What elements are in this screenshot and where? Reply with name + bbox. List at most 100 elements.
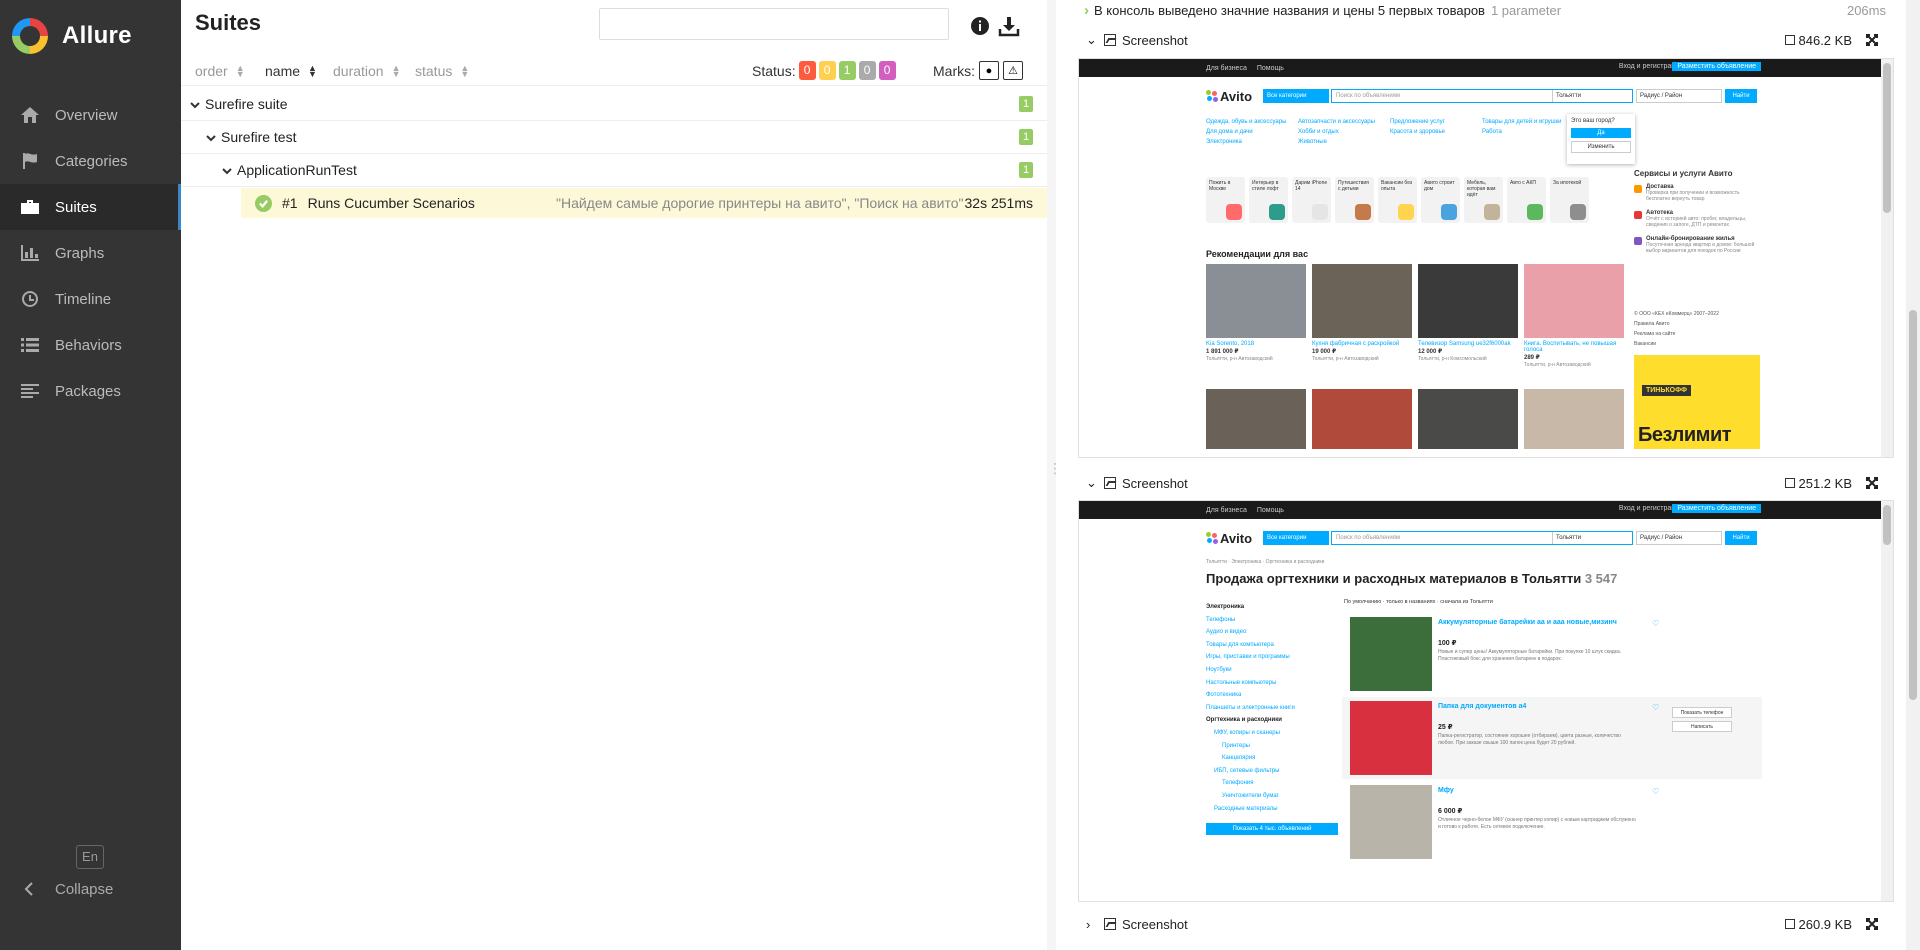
scrollbar-thumb[interactable] [1909,310,1917,700]
all-categories-button: Все категории [1263,89,1329,103]
attachment-header[interactable]: ⌄ Screenshot 251.2 KB [1086,473,1882,493]
new-failed-mark-button[interactable]: ⚠ [1003,61,1023,80]
heart-icon: ♡ [1652,787,1660,796]
attachment-size: 251.2 KB [1784,476,1852,491]
step-params: 1 parameter [1490,3,1562,18]
details-scrollbar[interactable] [1906,0,1920,950]
info-button[interactable] [968,14,992,38]
sort-arrows-icon: ▲ ▼ [460,62,470,79]
nav-item-categories[interactable]: Categories [0,138,181,184]
step-header[interactable]: › В консоль выведено значние названия и … [1084,2,1561,19]
service-desc: Посуточная аренда квартир и домов: больш… [1646,242,1755,254]
category-link: Товары для детей и игрушки [1482,119,1562,125]
expand-icon[interactable] [1866,34,1878,46]
suites-pane: Suites order ▲ ▼ name ▲ ▼ duration ▲ ▼ stat… [181,0,1047,950]
download-button[interactable] [997,14,1021,38]
status-count-badge[interactable]: 0 [798,61,816,80]
attachment-header[interactable]: › Screenshot 260.9 KB [1086,914,1882,934]
nav-menu: Overview Categories Suites Graphs Timeli… [0,92,181,414]
listing-price: 100 ₽ [1438,640,1457,647]
listing-title: Аккумуляторные батарейки аа и ааа новые,… [1438,619,1617,626]
tree-node[interactable]: ApplicationRunTest 1 [181,154,1047,187]
all-categories-button: Все категории [1263,531,1329,545]
listing-card: Кухня фабричная с раскройкой 19 000 ₽ Толь… [1312,264,1412,368]
flag-icon [20,152,40,170]
listing-title: Мфу [1438,787,1454,794]
show-ads-button: Показать 4 тыс. объявлений [1206,823,1338,836]
radius-select: Радиус / Район [1636,89,1722,103]
status-count-badge[interactable]: 0 [878,61,896,80]
chevron-left-icon [20,880,40,898]
nav-item-suites[interactable]: Suites [0,184,181,230]
tree-node-label: ApplicationRunTest [237,162,357,178]
listing-title: Кухня фабричная с раскройкой [1312,341,1400,347]
listing-location: Тольятти, р-н Автозаводский [1524,362,1591,368]
nav-label: Categories [55,152,128,170]
test-case-row[interactable]: #1 Runs Cucumber Scenarios "Найдем самые… [241,188,1047,218]
brand[interactable]: Allure [0,0,181,72]
listing-title: Папка для документов а4 [1438,703,1527,710]
step-title: В консоль выведено значние названия и це… [1094,3,1485,18]
listing-photo [1350,617,1432,691]
bar-chart-icon [20,244,40,262]
listing-price: 6 000 ₽ [1438,808,1463,815]
category-item: Аудио и видео [1206,629,1247,636]
status-label: Status: [752,62,796,79]
nav-item-timeline[interactable]: Timeline [0,276,181,322]
category-item: Канцелярия [1222,755,1256,762]
listing-photo [1312,389,1412,449]
attachment-header[interactable]: ⌄ Screenshot 846.2 KB [1086,30,1882,50]
sort-order[interactable]: order ▲ ▼ [195,63,245,79]
sort-status[interactable]: status ▲ ▼ [415,63,469,79]
city-select: Тольятти [1552,90,1634,102]
download-icon [998,17,1020,37]
status-count-badge[interactable]: 1 [838,61,856,80]
flaky-mark-button[interactable]: ● [979,61,999,80]
step-duration: 206ms [1846,3,1886,18]
nav-item-overview[interactable]: Overview [0,92,181,138]
search-input[interactable] [599,8,949,40]
tree-node[interactable]: Surefire test 1 [181,121,1047,154]
allure-logo-icon [12,18,48,54]
expand-icon[interactable] [1866,918,1878,930]
expand-icon[interactable] [1866,477,1878,489]
nav-item-graphs[interactable]: Graphs [0,230,181,276]
category-link: Автозапчасти и аксессуары [1298,119,1375,125]
tree-node[interactable]: Surefire suite 1 [181,88,1047,121]
promo-tile: Интерьер в стиле лофт [1249,177,1288,223]
popup-change: Изменить [1571,141,1631,153]
nav-item-behaviors[interactable]: Behaviors [0,322,181,368]
chevron-down-icon: ⌄ [1086,32,1097,47]
test-number: #1 [282,195,298,211]
tree-node-label: Surefire test [221,129,297,145]
avito-logo-icon [1206,532,1218,544]
city-select: Тольятти [1552,532,1634,544]
nav-item-packages[interactable]: Packages [0,368,181,414]
listing-title: Kia Sorento, 2018 [1206,341,1255,347]
category-item: Игры, приставки и программы [1206,654,1290,661]
list-icon [20,336,40,354]
attachment-label: Screenshot [1122,475,1188,491]
avito-cards: Kia Sorento, 2018 1 891 000 ₽ Тольятти, р-… [1206,264,1624,368]
attachment-label: Screenshot [1122,32,1188,48]
status-filter: Status: 00100 [752,61,896,80]
search-placeholder: Поиск по объявлениям [1336,535,1401,541]
sort-label: order [195,62,228,79]
passed-count-badge: 1 [1019,96,1033,112]
language-switch[interactable]: En [76,845,104,869]
nav-label: Graphs [55,244,105,262]
save-icon [1784,919,1795,929]
category-item: Телефоны [1206,616,1236,623]
listing-price: 1 891 000 ₽ [1206,349,1239,355]
promo-tile: Дарим iPhone 14 [1292,177,1331,223]
services-title: Сервисы и услуги Авито [1634,169,1733,178]
collapse-button[interactable]: Collapse [20,880,113,898]
status-count-badge[interactable]: 0 [818,61,836,80]
listing-row: Аккумуляторные батарейки аа и ааа новые,… [1342,613,1762,695]
screenshot-preview: Для бизнеса Помощь Вход и регистрация Ра… [1078,500,1894,902]
category-link: Для дома и дачи [1206,129,1253,135]
sort-duration[interactable]: duration ▲ ▼ [333,63,401,79]
sort-name[interactable]: name ▲ ▼ [265,63,317,79]
status-count-badge[interactable]: 0 [858,61,876,80]
pane-splitter[interactable] [1047,0,1062,950]
